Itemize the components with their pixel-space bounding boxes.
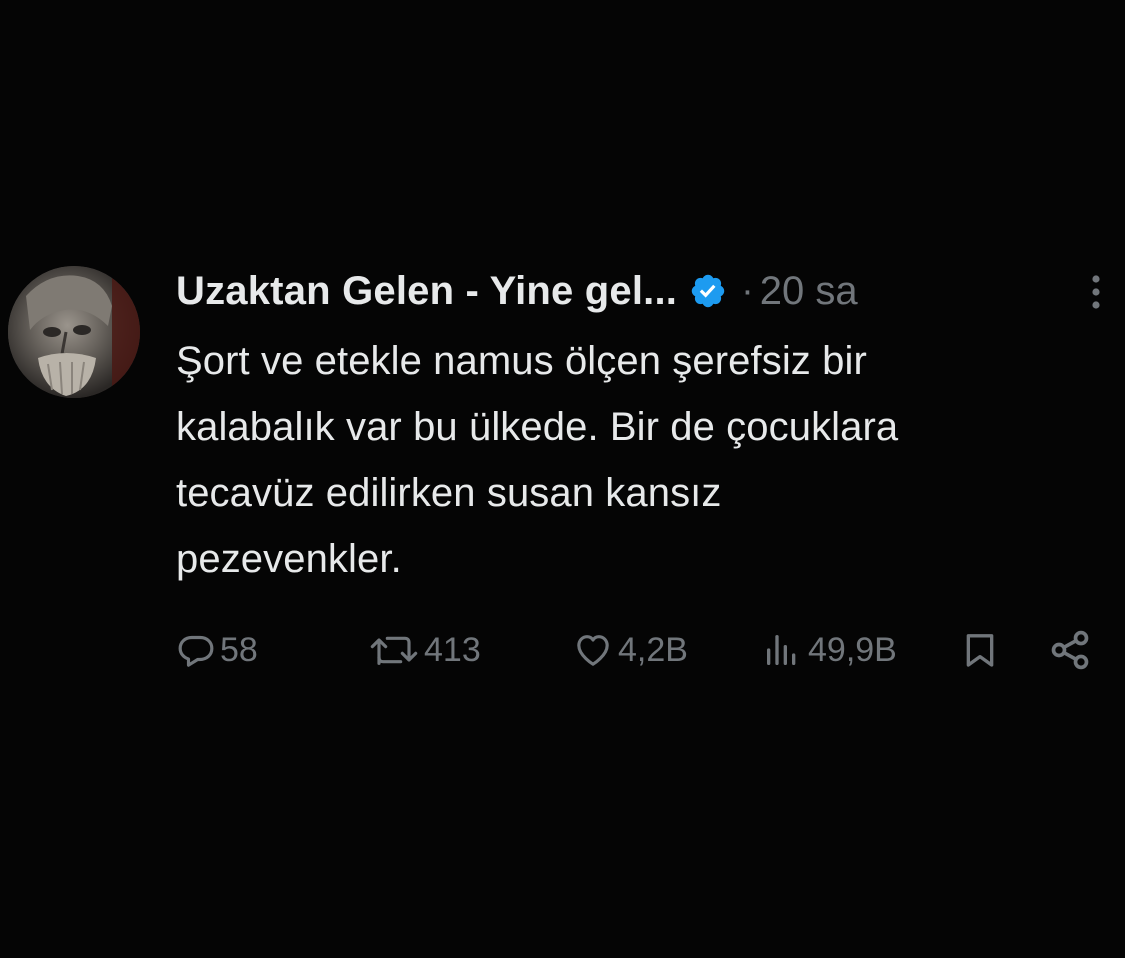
header-separator: · [741, 269, 754, 312]
bookmark-icon [960, 628, 1000, 672]
retweet-button[interactable]: 413 [368, 620, 481, 680]
like-count: 4,2B [618, 630, 688, 669]
heart-icon [572, 630, 614, 670]
verified-badge-icon [689, 272, 727, 310]
retweet-icon [368, 630, 420, 670]
share-button[interactable] [1048, 620, 1092, 680]
retweet-count: 413 [424, 630, 481, 669]
avatar-image [8, 266, 140, 398]
author-name[interactable]: Uzaktan Gelen - Yine gel... [176, 269, 677, 314]
like-button[interactable]: 4,2B [572, 620, 688, 680]
reply-count: 58 [220, 630, 258, 669]
tweet-header: Uzaktan Gelen - Yine gel... · 20 sa [176, 266, 858, 316]
bookmark-button[interactable] [960, 620, 1000, 680]
action-bar: 58 413 4,2B 49,9B [176, 620, 1106, 680]
tweet-card[interactable]: Uzaktan Gelen - Yine gel... · 20 sa Şort… [0, 0, 1125, 958]
views-button[interactable]: 49,9B [760, 620, 897, 680]
share-icon [1048, 628, 1092, 672]
reply-icon [176, 630, 216, 670]
tweet-text: Şort ve etekle namus ölçen şerefsiz bir … [176, 339, 899, 581]
views-chart-icon [760, 630, 804, 670]
avatar[interactable] [8, 266, 140, 398]
timestamp[interactable]: 20 sa [760, 269, 858, 314]
more-vertical-icon[interactable] [1084, 272, 1108, 312]
reply-button[interactable]: 58 [176, 620, 258, 680]
views-count: 49,9B [808, 630, 897, 669]
